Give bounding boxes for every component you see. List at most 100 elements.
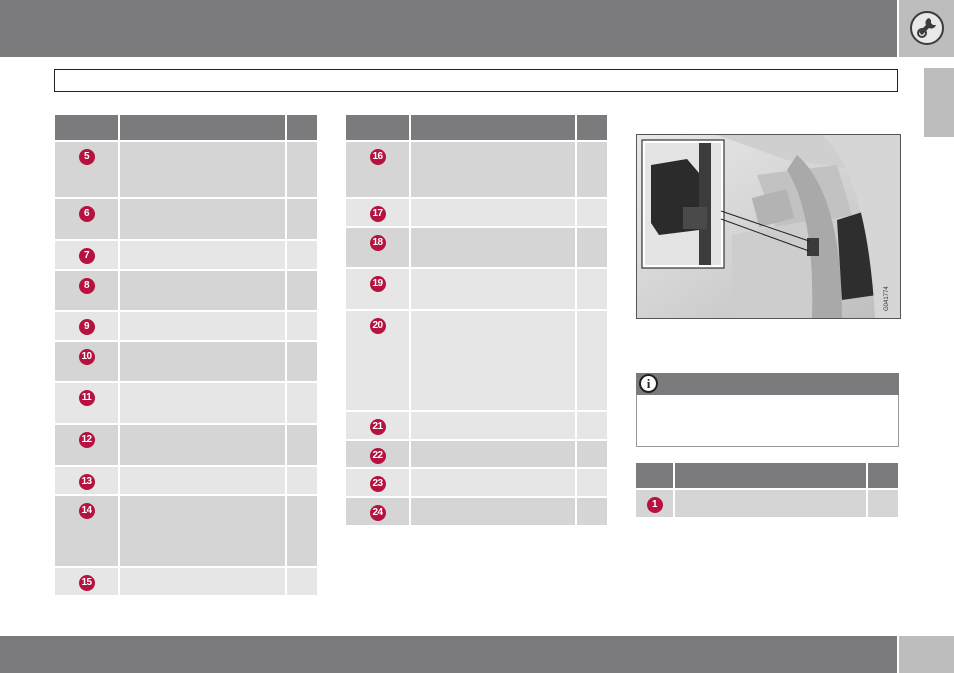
position-badge: 17 (369, 206, 386, 222)
position-badge: 24 (369, 505, 386, 521)
page-title (54, 69, 898, 92)
ampere-cell (286, 310, 317, 341)
column-header-position (346, 115, 411, 141)
ampere-cell (576, 267, 607, 310)
table-row: 1 (636, 488, 898, 517)
function-cell (119, 239, 287, 270)
position-badge: 15 (78, 575, 95, 591)
position-badge: 10 (78, 349, 95, 365)
position-badge: 9 (78, 319, 95, 335)
function-cell (410, 197, 577, 227)
ampere-cell (286, 340, 317, 382)
column-header-function (674, 463, 868, 489)
function-cell (410, 439, 577, 468)
fuse-table-right: 1 (636, 463, 898, 517)
function-cell (410, 410, 577, 440)
position-badge: 12 (78, 432, 95, 448)
table-row: 24 (346, 496, 607, 525)
table-row: 13 (55, 465, 317, 495)
function-cell (674, 488, 868, 517)
table-row: 17 (346, 197, 607, 227)
table-row: 8 (55, 269, 317, 311)
function-cell (119, 494, 287, 567)
position-badge: 7 (78, 248, 95, 264)
table-row: 18 (346, 226, 607, 268)
position-badge: 22 (369, 448, 386, 464)
table-row: 6 (55, 197, 317, 240)
ampere-cell (286, 465, 317, 495)
table-row: 23 (346, 467, 607, 497)
ampere-cell (576, 226, 607, 268)
column-header-ampere (286, 115, 317, 141)
position-badge: 20 (369, 318, 386, 334)
table-row: 19 (346, 267, 607, 310)
fuse-table-left: 5 6 7 8 9 10 11 12 13 14 15 (55, 115, 317, 595)
info-icon: i (639, 374, 658, 393)
ampere-cell (286, 381, 317, 424)
header-bar (0, 0, 897, 57)
ampere-cell (867, 488, 898, 517)
glovebox-fuse-box-illustration: G041774 (636, 134, 901, 319)
ampere-cell (286, 494, 317, 567)
function-cell (119, 310, 287, 341)
position-badge: 18 (369, 235, 386, 251)
footer-bar (0, 636, 897, 673)
page-number-box (899, 636, 954, 673)
position-badge: 14 (78, 503, 95, 519)
ampere-cell (576, 467, 607, 497)
position-badge: 1 (646, 497, 663, 513)
ampere-cell (286, 566, 317, 595)
table-row: 20 (346, 309, 607, 411)
column-header-ampere (867, 463, 898, 489)
function-cell (410, 496, 577, 525)
ampere-cell (576, 439, 607, 468)
ampere-cell (286, 197, 317, 240)
position-badge: 16 (369, 149, 386, 165)
column-header-function (119, 115, 287, 141)
position-badge: 11 (78, 390, 95, 406)
ampere-cell (286, 140, 317, 198)
function-cell (410, 309, 577, 411)
table-row: 10 (55, 340, 317, 382)
table-row: 14 (55, 494, 317, 567)
table-row: 9 (55, 310, 317, 341)
function-cell (119, 566, 287, 595)
position-badge: 21 (369, 419, 386, 435)
ampere-cell (576, 140, 607, 198)
column-header-position (55, 115, 120, 141)
function-cell (119, 197, 287, 240)
function-cell (410, 140, 577, 198)
image-code: G041774 (884, 286, 890, 311)
wrench-gear-icon (910, 11, 944, 45)
position-badge: 13 (78, 474, 95, 490)
table-row: 21 (346, 410, 607, 440)
position-badge: 6 (78, 206, 95, 222)
function-cell (119, 340, 287, 382)
ampere-cell (286, 239, 317, 270)
function-cell (119, 381, 287, 424)
function-cell (119, 465, 287, 495)
position-badge: 19 (369, 276, 386, 292)
function-cell (119, 140, 287, 198)
position-badge: 8 (78, 278, 95, 294)
table-row: 22 (346, 439, 607, 468)
ampere-cell (286, 269, 317, 311)
note-body (636, 395, 899, 447)
table-row: 12 (55, 423, 317, 466)
function-cell (410, 226, 577, 268)
table-row: 16 (346, 140, 607, 198)
ampere-cell (576, 197, 607, 227)
function-cell (119, 423, 287, 466)
chapter-tab[interactable] (924, 68, 954, 137)
column-header-ampere (576, 115, 607, 141)
ampere-cell (576, 309, 607, 411)
position-badge: 5 (78, 149, 95, 165)
table-row: 11 (55, 381, 317, 424)
table-row: 7 (55, 239, 317, 270)
fuse-table-middle: 16 17 18 19 20 21 22 23 24 (346, 115, 607, 525)
function-cell (119, 269, 287, 311)
ampere-cell (286, 423, 317, 466)
table-row: 5 (55, 140, 317, 198)
column-header-function (410, 115, 577, 141)
ampere-cell (576, 410, 607, 440)
